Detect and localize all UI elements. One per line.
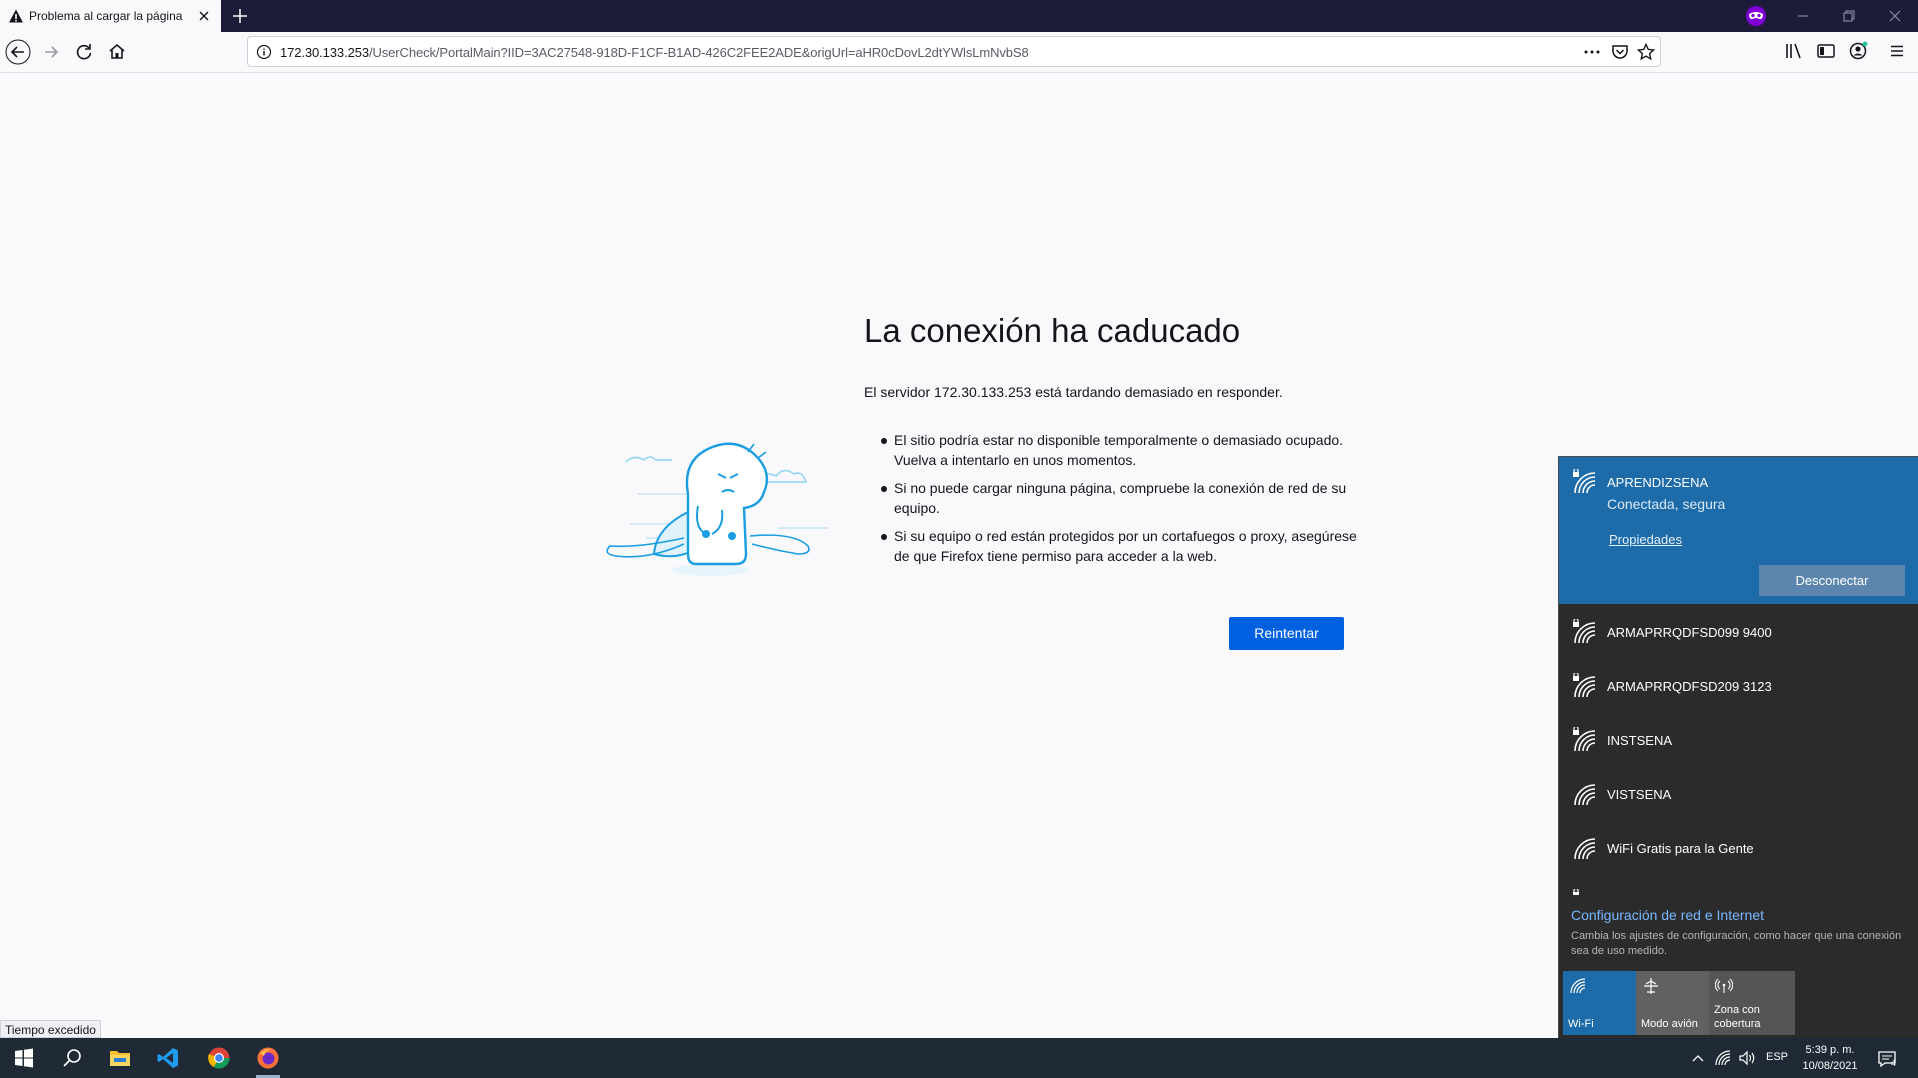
network-item-partial[interactable] xyxy=(1559,875,1918,895)
volume-icon[interactable] xyxy=(1737,1048,1757,1068)
wifi-icon xyxy=(1574,784,1596,806)
hotspot-icon xyxy=(1715,978,1733,993)
tab-strip: Problema al cargar la página xyxy=(0,0,1918,32)
search-button[interactable] xyxy=(48,1038,96,1078)
hotspot-label: Zona con cobertura xyxy=(1714,1004,1761,1030)
file-explorer-app[interactable] xyxy=(96,1038,144,1078)
url-path: /UserCheck/PortalMain?IID=3AC27548-918D-… xyxy=(368,45,1029,60)
network-settings-link[interactable]: Configuración de red e Internet xyxy=(1571,907,1764,923)
new-tab-icon[interactable] xyxy=(229,5,251,27)
chrome-icon xyxy=(208,1047,230,1069)
network-item[interactable]: WiFi Gratis para la Gente xyxy=(1559,821,1918,875)
vscode-app[interactable] xyxy=(144,1038,192,1078)
network-name: WiFi Gratis para la Gente xyxy=(1607,841,1754,856)
network-tray-icon[interactable] xyxy=(1713,1048,1733,1068)
wifi-toggle-label: Wi-Fi xyxy=(1568,1018,1594,1030)
url-bar[interactable]: 172.30.133.253/UserCheck/PortalMain?IID=… xyxy=(247,36,1661,67)
tab-title: Problema al cargar la página xyxy=(29,9,183,23)
page-actions-icon[interactable] xyxy=(1582,42,1602,62)
close-window-icon[interactable] xyxy=(1886,7,1904,25)
wifi-icon xyxy=(1570,978,1586,994)
url-text[interactable]: 172.30.133.253/UserCheck/PortalMain?IID=… xyxy=(280,45,1029,60)
account-icon[interactable] xyxy=(1847,40,1869,62)
info-icon[interactable] xyxy=(256,44,272,60)
wifi-secured-icon xyxy=(1573,673,1596,698)
forward-icon[interactable] xyxy=(38,39,64,65)
network-name: ARMAPRRQDFSD209 3123 xyxy=(1607,679,1772,694)
retry-button[interactable]: Reintentar xyxy=(1229,617,1344,650)
disconnect-button[interactable]: Desconectar xyxy=(1759,565,1905,596)
pocket-icon[interactable] xyxy=(1610,42,1630,62)
network-flyout: APRENDIZSENA Conectada, segura Propiedad… xyxy=(1558,456,1918,1038)
airplane-icon xyxy=(1644,978,1658,994)
minimize-icon[interactable] xyxy=(1794,7,1812,25)
wifi-icon xyxy=(1574,838,1596,860)
active-network[interactable]: APRENDIZSENA Conectada, segura Propiedad… xyxy=(1559,457,1918,604)
error-suggestions: El sitio podría estar no disponible temp… xyxy=(864,430,1364,574)
home-icon[interactable] xyxy=(104,39,130,65)
bookmark-star-icon[interactable] xyxy=(1636,42,1656,62)
library-icon[interactable] xyxy=(1783,40,1805,62)
hotspot-toggle[interactable]: Zona con cobertura xyxy=(1709,971,1795,1035)
suggestion-item: Si su equipo o red están protegidos por … xyxy=(864,526,1364,566)
network-name: VISTSENA xyxy=(1607,787,1672,802)
network-item[interactable]: INSTSENA xyxy=(1559,713,1918,767)
network-item[interactable]: ARMAPRRQDFSD209 3123 xyxy=(1559,659,1918,713)
clock-time: 5:39 p. m. xyxy=(1805,1044,1855,1056)
notifications-button[interactable]: 4 xyxy=(1877,1048,1899,1070)
network-settings-description: Cambia los ajustes de configuración, com… xyxy=(1571,930,1902,957)
error-intro: El servidor 172.30.133.253 está tardando… xyxy=(864,384,1283,400)
windows-logo-icon xyxy=(15,1048,33,1068)
suggestion-item: Si no puede cargar ninguna página, compr… xyxy=(864,478,1364,518)
network-item[interactable]: VISTSENA xyxy=(1559,767,1918,821)
taskbar: ESP 5:39 p. m. 10/08/2021 4 xyxy=(0,1038,1918,1078)
navigation-toolbar: 172.30.133.253/UserCheck/PortalMain?IID=… xyxy=(0,32,1918,73)
private-browsing-icon xyxy=(1746,6,1766,26)
back-icon[interactable] xyxy=(5,39,31,65)
status-bar-text: Tiempo excedido xyxy=(0,1020,101,1038)
dinosaur-illustration xyxy=(606,442,828,576)
chevron-up-icon[interactable] xyxy=(1688,1048,1708,1068)
start-button[interactable] xyxy=(0,1038,48,1078)
suggestion-item: El sitio podría estar no disponible temp… xyxy=(864,430,1364,470)
restore-icon[interactable] xyxy=(1840,7,1858,25)
error-title: La conexión ha caducado xyxy=(864,312,1241,349)
airplane-mode-label: Modo avión xyxy=(1641,1018,1698,1030)
warning-icon xyxy=(9,9,23,23)
active-network-status: Conectada, segura xyxy=(1607,496,1726,512)
wifi-secured-icon xyxy=(1573,469,1596,494)
language-indicator[interactable]: ESP xyxy=(1766,1051,1788,1063)
network-name: INSTSENA xyxy=(1607,733,1673,748)
network-item[interactable]: ARMAPRRQDFSD099 9400 xyxy=(1559,605,1918,659)
sidebar-icon[interactable] xyxy=(1815,40,1837,62)
network-properties-link[interactable]: Propiedades xyxy=(1609,532,1682,547)
firefox-app[interactable] xyxy=(244,1038,292,1078)
vscode-icon xyxy=(157,1048,178,1068)
close-tab-icon[interactable] xyxy=(196,8,212,24)
wifi-secured-icon xyxy=(1573,889,1579,895)
menu-icon[interactable] xyxy=(1886,40,1908,62)
url-host: 172.30.133.253 xyxy=(280,45,369,60)
clock-date: 10/08/2021 xyxy=(1802,1060,1858,1072)
clock[interactable]: 5:39 p. m. 10/08/2021 xyxy=(1790,1042,1870,1074)
folder-icon xyxy=(110,1051,130,1066)
chrome-app[interactable] xyxy=(195,1038,243,1078)
reload-icon[interactable] xyxy=(71,39,97,65)
wifi-secured-icon xyxy=(1573,727,1596,752)
network-name: ARMAPRRQDFSD099 9400 xyxy=(1607,625,1772,640)
wifi-secured-icon xyxy=(1573,619,1596,644)
active-network-name: APRENDIZSENA xyxy=(1607,475,1709,490)
browser-tab[interactable]: Problema al cargar la página xyxy=(0,0,221,32)
search-icon xyxy=(63,1049,81,1067)
notification-count: 4 xyxy=(1891,1058,1897,1068)
firefox-icon xyxy=(257,1047,279,1069)
